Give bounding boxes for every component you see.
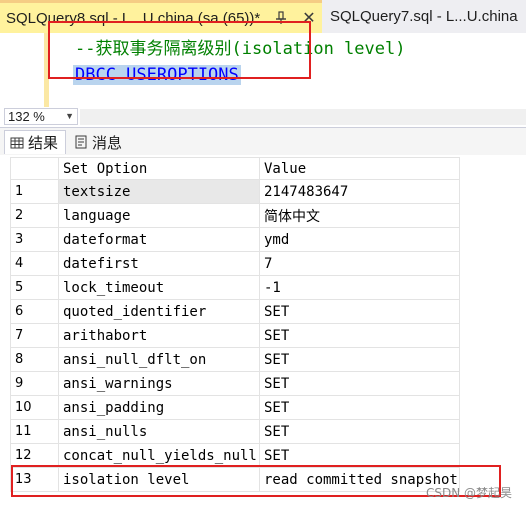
set-option-cell[interactable]: datefirst [58, 251, 260, 276]
set-option-cell[interactable]: language [58, 203, 260, 228]
column-header-value[interactable]: Value [259, 157, 460, 180]
header-row: Set Option Value [10, 157, 460, 180]
zoom-value: 132 % [8, 109, 45, 124]
row-number-cell[interactable]: 5 [10, 275, 59, 300]
row-number-cell[interactable]: 6 [10, 299, 59, 324]
set-option-cell[interactable]: concat_null_yields_null [58, 443, 260, 468]
set-option-cell[interactable]: lock_timeout [58, 275, 260, 300]
table-row[interactable]: 1 textsize 2147483647 [10, 179, 460, 204]
value-cell[interactable]: SET [259, 443, 460, 468]
set-option-cell[interactable]: quoted_identifier [58, 299, 260, 324]
table-row[interactable]: 3 dateformat ymd [10, 227, 460, 252]
table-row[interactable]: 8 ansi_null_dflt_on SET [10, 347, 460, 372]
table-row[interactable]: 12 concat_null_yields_null SET [10, 443, 460, 468]
value-cell[interactable]: ymd [259, 227, 460, 252]
selected-statement: DBCC USEROPTIONS [73, 65, 241, 85]
value-cell[interactable]: 2147483647 [259, 179, 460, 204]
table-row[interactable]: 7 arithabort SET [10, 323, 460, 348]
set-option-cell[interactable]: dateformat [58, 227, 260, 252]
row-number-cell[interactable]: 3 [10, 227, 59, 252]
set-option-cell[interactable]: ansi_padding [58, 395, 260, 420]
row-number-header[interactable] [10, 157, 59, 180]
document-tab-strip: SQLQuery8.sql - L...U.china (sa (65))* ✕… [0, 0, 526, 33]
value-cell[interactable]: SET [259, 299, 460, 324]
set-option-cell[interactable]: ansi_warnings [58, 371, 260, 396]
table-row[interactable]: 6 quoted_identifier SET [10, 299, 460, 324]
value-cell[interactable]: -1 [259, 275, 460, 300]
tab-messages[interactable]: 消息 [70, 130, 132, 154]
code-comment-line: --获取事务隔离级别(isolation level) [75, 39, 406, 59]
query-editor[interactable]: --获取事务隔离级别(isolation level) DBCC USEROPT… [0, 33, 526, 107]
message-icon [74, 135, 88, 149]
row-number-cell[interactable]: 2 [10, 203, 59, 228]
table-row[interactable]: 2 language 简体中文 [10, 203, 460, 228]
set-option-cell[interactable]: textsize [58, 179, 260, 204]
editor-status-bar: 132 % ▼ [0, 107, 526, 127]
set-option-cell[interactable]: arithabort [58, 323, 260, 348]
row-number-cell[interactable]: 1 [10, 179, 59, 204]
grid-icon [10, 136, 24, 150]
watermark: CSDN @梦起昊 [425, 486, 512, 500]
table-row[interactable]: 11 ansi_nulls SET [10, 419, 460, 444]
set-option-cell[interactable]: ansi_null_dflt_on [58, 347, 260, 372]
table-row[interactable]: 5 lock_timeout -1 [10, 275, 460, 300]
value-cell[interactable]: 7 [259, 251, 460, 276]
row-number-cell[interactable]: 4 [10, 251, 59, 276]
row-number-cell[interactable]: 7 [10, 323, 59, 348]
tab-sqlquery7[interactable]: SQLQuery7.sql - L...U.china [324, 0, 526, 33]
value-cell[interactable]: SET [259, 395, 460, 420]
row-number-cell[interactable]: 9 [10, 371, 59, 396]
tab-results[interactable]: 结果 [4, 130, 66, 154]
tab-messages-label: 消息 [92, 134, 123, 152]
value-cell[interactable]: SET [259, 371, 460, 396]
horizontal-scrollbar[interactable] [80, 109, 526, 125]
row-number-cell[interactable]: 10 [10, 395, 59, 420]
value-cell[interactable]: SET [259, 347, 460, 372]
row-number-cell[interactable]: 8 [10, 347, 59, 372]
row-number-cell[interactable]: 13 [10, 467, 59, 492]
table-row[interactable]: 10 ansi_padding SET [10, 395, 460, 420]
row-number-cell[interactable]: 12 [10, 443, 59, 468]
table-row[interactable]: 9 ansi_warnings SET [10, 371, 460, 396]
code-statement-line: DBCC USEROPTIONS [73, 63, 241, 87]
close-icon[interactable]: ✕ [302, 8, 315, 28]
row-number-cell[interactable]: 11 [10, 419, 59, 444]
tab-results-label: 结果 [28, 135, 59, 152]
chevron-down-icon: ▼ [65, 111, 74, 121]
results-grid[interactable]: Set Option Value 1 textsize 2147483647 2 lan… [10, 157, 526, 497]
set-option-cell[interactable]: ansi_nulls [58, 419, 260, 444]
column-header-set-option[interactable]: Set Option [58, 157, 260, 180]
pin-icon[interactable] [274, 11, 288, 25]
change-indicator-bar [44, 33, 49, 107]
results-table: Set Option Value 1 textsize 2147483647 2 lan… [10, 157, 460, 492]
set-option-cell[interactable]: isolation level [58, 467, 260, 492]
tab-sqlquery8[interactable]: SQLQuery8.sql - L...U.china (sa (65))* ✕ [0, 0, 322, 33]
tab-label: SQLQuery8.sql - L...U.china (sa (65))* [6, 9, 261, 27]
result-tabs: 结果 消息 [0, 127, 526, 155]
value-cell[interactable]: SET [259, 323, 460, 348]
table-row[interactable]: 4 datefirst 7 [10, 251, 460, 276]
value-cell[interactable]: 简体中文 [259, 203, 460, 228]
value-cell[interactable]: SET [259, 419, 460, 444]
zoom-dropdown[interactable]: 132 % ▼ [4, 108, 78, 125]
table-row[interactable]: 13 isolation level read committed snapshot [10, 467, 460, 492]
tab-label: SQLQuery7.sql - L...U.china [330, 8, 518, 25]
